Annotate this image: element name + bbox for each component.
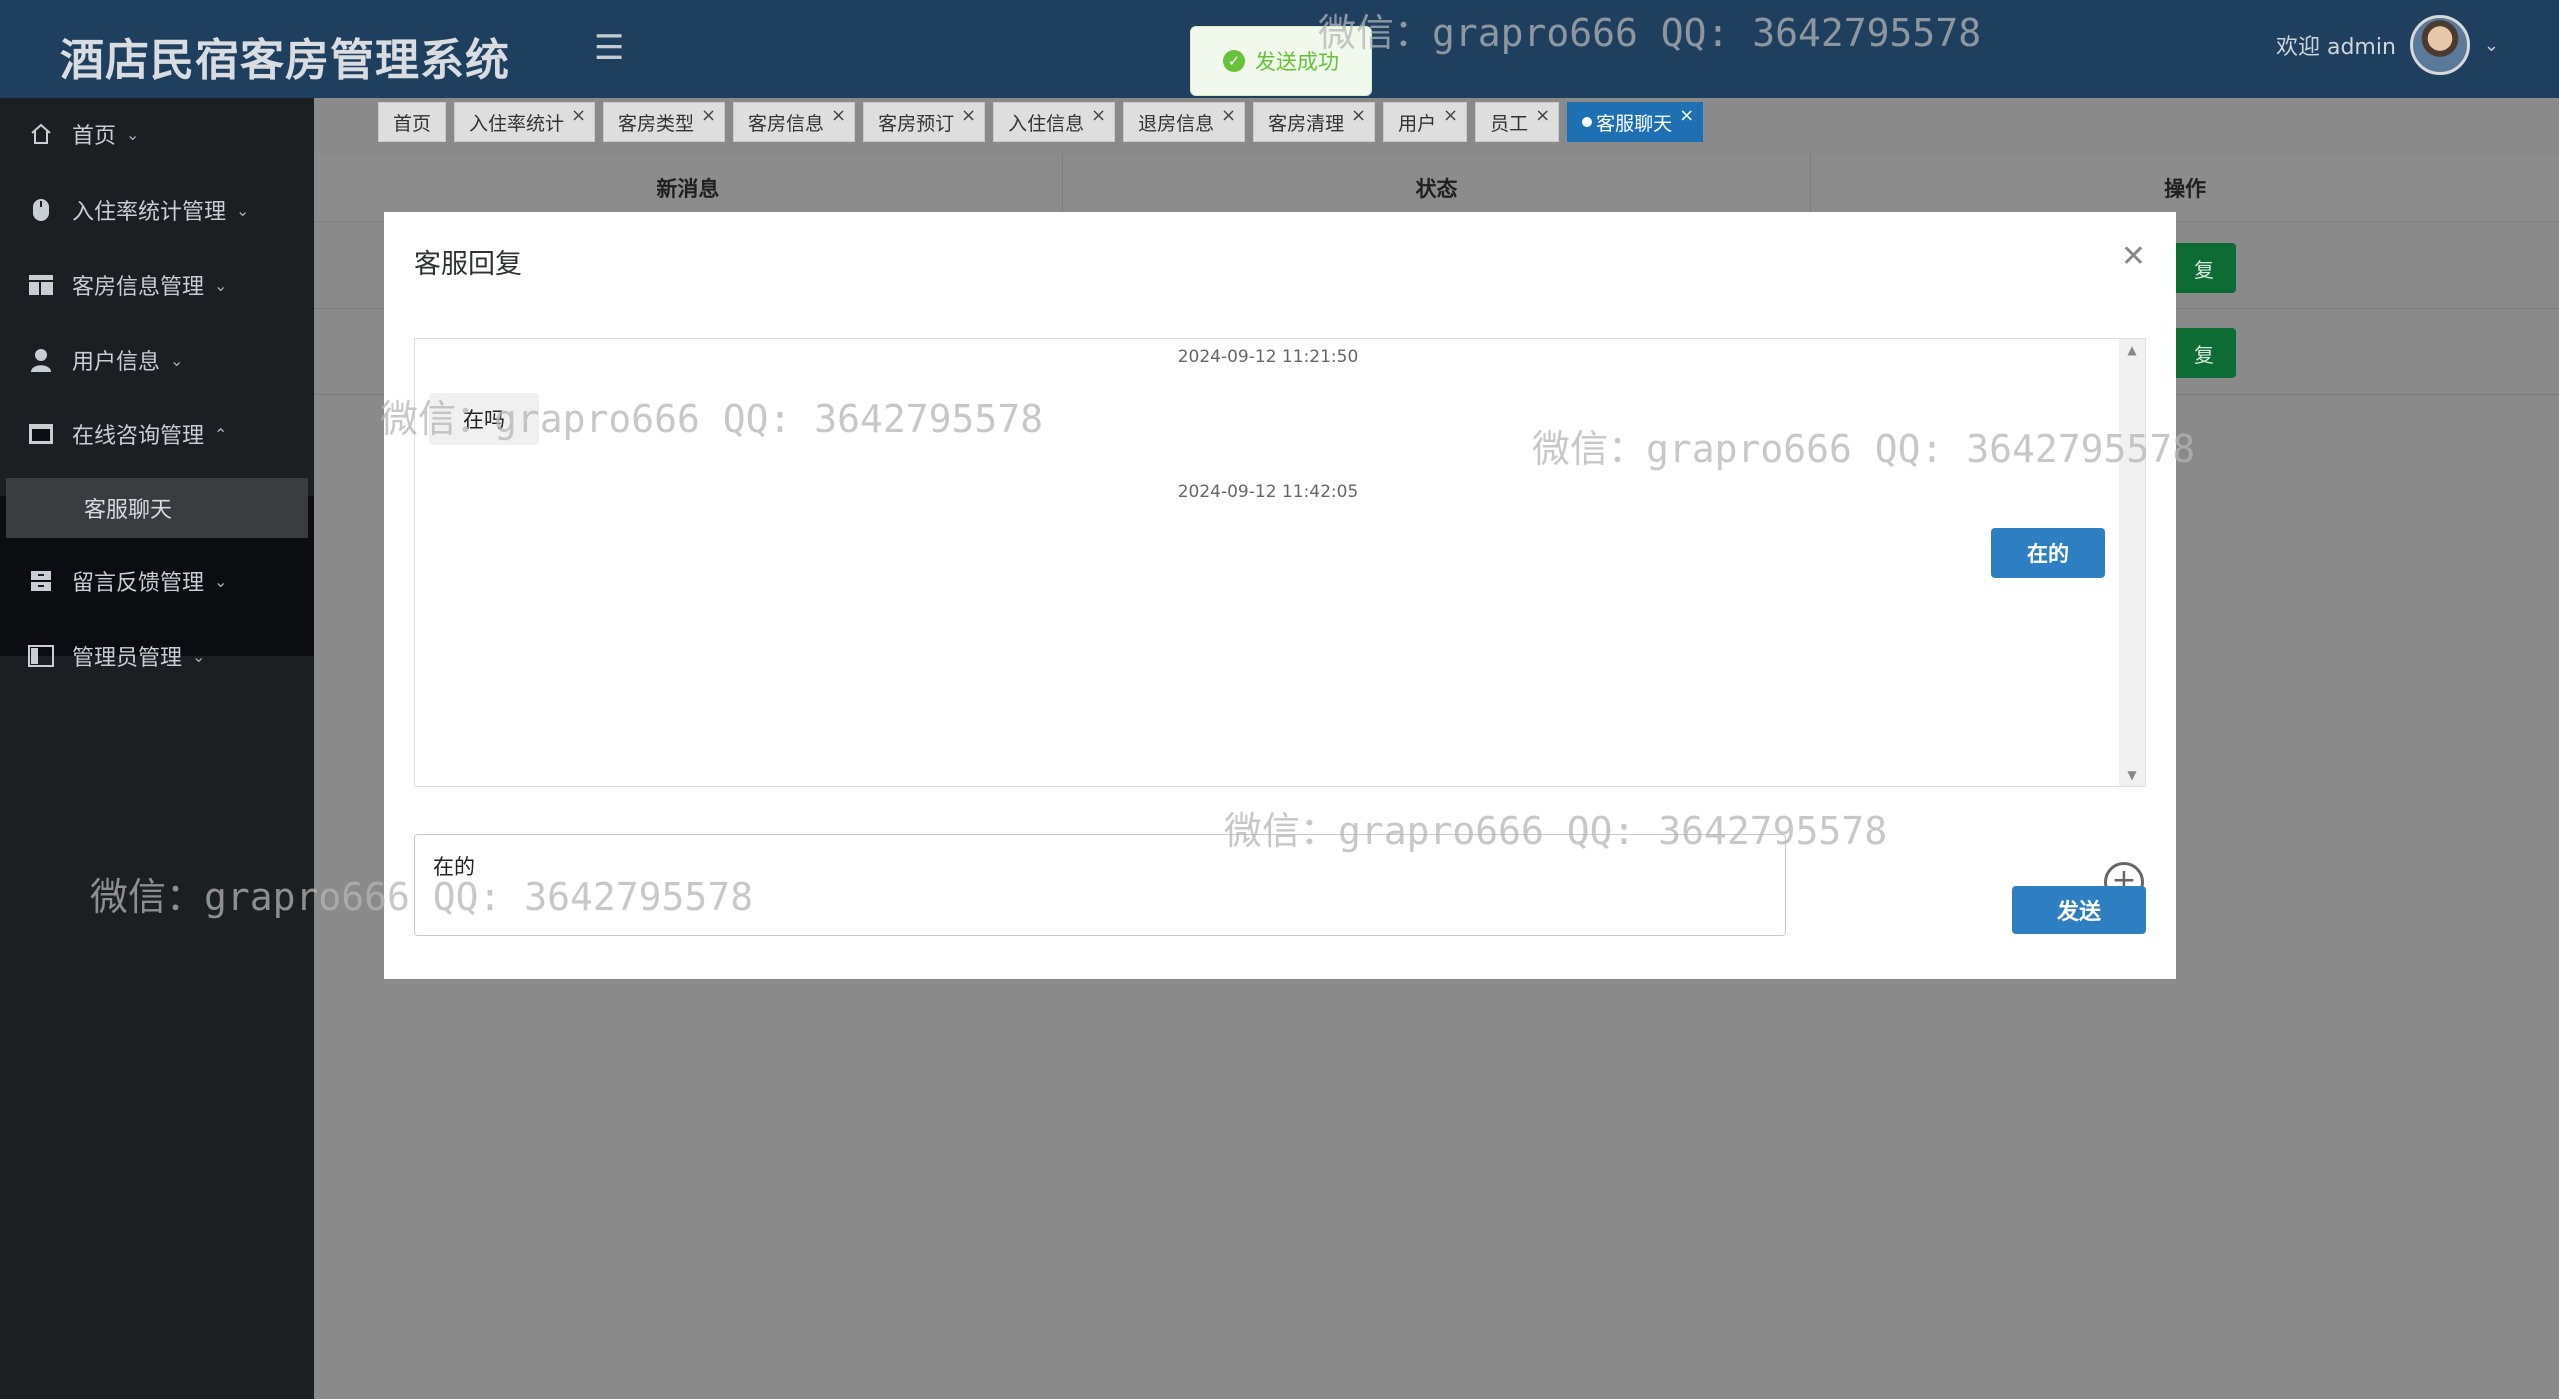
- close-icon[interactable]: ×: [1679, 105, 1694, 126]
- tab-users[interactable]: 用户 ×: [1383, 102, 1468, 142]
- chevron-down-icon: ⌄: [126, 124, 140, 144]
- toast-message: 发送成功: [1255, 50, 1339, 74]
- chevron-down-icon: ⌄: [214, 571, 228, 591]
- close-icon[interactable]: ×: [1221, 105, 1236, 126]
- sidebar-item-users[interactable]: 用户信息 ⌄: [0, 330, 314, 390]
- sidebar-item-admins[interactable]: 管理员管理 ⌄: [0, 626, 314, 686]
- sidebar-subitem-chat[interactable]: 客服聊天: [6, 478, 308, 538]
- close-icon[interactable]: ×: [1091, 105, 1106, 126]
- layout-icon: [28, 272, 54, 298]
- tab-label: 客房预订: [878, 112, 955, 135]
- chevron-down-icon: ⌄: [214, 275, 228, 295]
- sidebar-item-home[interactable]: 首页 ⌄: [0, 104, 314, 164]
- tab-label: 客房清理: [1268, 112, 1345, 135]
- tab-staff[interactable]: 员工 ×: [1475, 102, 1560, 142]
- customer-message: 在吗: [429, 393, 539, 445]
- close-icon[interactable]: ×: [1443, 105, 1458, 126]
- chevron-down-icon: ⌄: [192, 646, 206, 666]
- sidebar-item-label: 在线咨询管理: [72, 424, 205, 449]
- close-icon[interactable]: ×: [571, 105, 586, 126]
- tab-checkout[interactable]: 退房信息 ×: [1123, 102, 1246, 142]
- tab-cleaning[interactable]: 客房清理 ×: [1253, 102, 1376, 142]
- chevron-down-icon[interactable]: ⌄: [2484, 35, 2499, 56]
- active-dot-icon: [1582, 117, 1593, 127]
- tab-home[interactable]: 首页: [378, 102, 447, 142]
- check-circle-icon: ✓: [1223, 50, 1245, 72]
- column-header: 新消息: [314, 154, 1063, 221]
- tab-room-info[interactable]: 客房信息 ×: [733, 102, 856, 142]
- sidebar-item-feedback[interactable]: 留言反馈管理 ⌄: [0, 551, 314, 611]
- sidebar-item-label: 首页: [72, 124, 117, 149]
- sidebar-item-label: 留言反馈管理: [72, 571, 205, 596]
- tab-checkin[interactable]: 入住信息 ×: [993, 102, 1116, 142]
- tab-occupancy[interactable]: 入住率统计 ×: [454, 102, 596, 142]
- tab-room-types[interactable]: 客房类型 ×: [603, 102, 726, 142]
- sidebar-item-rooms[interactable]: 客房信息管理 ⌄: [0, 255, 314, 315]
- message-timestamp: 2024-09-12 11:42:05: [1177, 482, 1359, 502]
- close-icon[interactable]: ×: [701, 105, 716, 126]
- column-header: 状态: [1063, 154, 1812, 221]
- user-menu[interactable]: 欢迎 admin ⌄: [2276, 14, 2499, 76]
- chevron-down-icon: ⌄: [236, 200, 250, 220]
- mouse-icon: [28, 197, 54, 223]
- reply-button[interactable]: 复: [2172, 243, 2236, 293]
- welcome-text: 欢迎 admin: [2275, 35, 2396, 60]
- tab-label: 员工: [1490, 112, 1529, 135]
- reply-button[interactable]: 复: [2172, 328, 2236, 378]
- message-input[interactable]: 在的: [414, 834, 1786, 936]
- dialog-title: 客服回复: [414, 249, 522, 280]
- close-icon[interactable]: ×: [831, 105, 846, 126]
- avatar[interactable]: [2409, 15, 2470, 75]
- column-header: 操作: [2164, 176, 2207, 201]
- tab-label: 用户: [1398, 112, 1437, 135]
- success-toast: ✓ 发送成功: [1190, 26, 1372, 96]
- close-icon[interactable]: ✕: [2121, 242, 2146, 272]
- tab-bar: 首页 入住率统计 × 客房类型 × 客房信息 × 客房预订 × 入住信息 × 退房信息 × …: [378, 102, 1704, 142]
- tab-booking[interactable]: 客房预订 ×: [863, 102, 986, 142]
- scroll-down-icon[interactable]: ▼: [2119, 768, 2145, 782]
- sidebar-panel-icon: [28, 643, 54, 669]
- sidebar-item-label: 管理员管理: [72, 646, 183, 671]
- close-icon[interactable]: ×: [1535, 105, 1550, 126]
- app-title: 酒店民宿客房管理系统: [60, 35, 510, 86]
- tab-label: 入住信息: [1008, 112, 1085, 135]
- close-icon[interactable]: ×: [961, 105, 976, 126]
- home-icon: [28, 121, 54, 147]
- window-icon: [28, 421, 54, 447]
- sidebar-item-consulting[interactable]: 在线咨询管理 ⌃: [0, 404, 314, 464]
- storage-icon: [28, 568, 54, 594]
- send-button[interactable]: 发送: [2012, 886, 2146, 934]
- chevron-down-icon: ⌄: [170, 350, 184, 370]
- agent-message: 在的: [1991, 528, 2105, 578]
- chevron-up-icon: ⌃: [214, 424, 228, 444]
- reply-dialog: 客服回复 ✕ 2024-09-12 11:21:50 在吗 2024-09-12…: [384, 212, 2176, 979]
- tab-label: 客房类型: [618, 112, 695, 135]
- sidebar-item-occupancy[interactable]: 入住率统计管理 ⌄: [0, 180, 314, 240]
- tab-label: 客服聊天: [1596, 112, 1673, 135]
- tab-label: 退房信息: [1138, 112, 1215, 135]
- chat-scrollbar[interactable]: ▲ ▼: [2119, 339, 2145, 786]
- sidebar-item-label: 用户信息: [72, 350, 161, 375]
- close-icon[interactable]: ×: [1351, 105, 1366, 126]
- sidebar-item-label: 入住率统计管理: [72, 200, 227, 225]
- tab-label: 首页: [393, 112, 432, 135]
- chat-history[interactable]: 2024-09-12 11:21:50 在吗 2024-09-12 11:42:…: [414, 338, 2146, 787]
- sidebar-item-label: 客房信息管理: [72, 275, 205, 300]
- message-timestamp: 2024-09-12 11:21:50: [1177, 347, 1359, 367]
- menu-toggle-icon[interactable]: ☰: [594, 30, 630, 66]
- tab-label: 客房信息: [748, 112, 825, 135]
- user-icon: [28, 347, 54, 373]
- tab-chat[interactable]: 客服聊天 ×: [1567, 102, 1704, 142]
- tab-label: 入住率统计: [469, 112, 565, 135]
- scroll-up-icon[interactable]: ▲: [2119, 343, 2145, 357]
